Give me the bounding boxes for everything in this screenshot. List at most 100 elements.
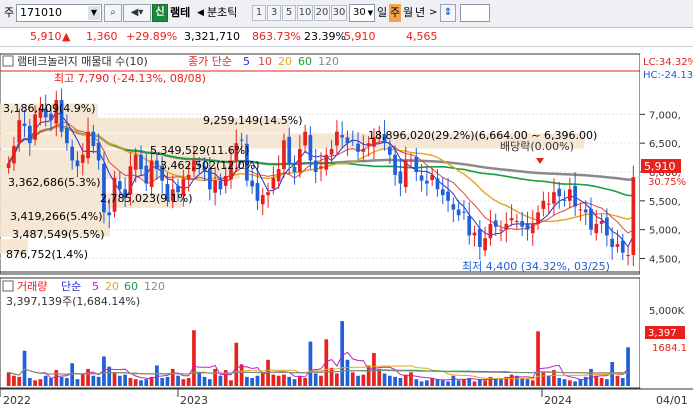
caret-right-icon[interactable]: > <box>429 4 437 22</box>
volume-bar <box>319 375 323 386</box>
candle-body <box>356 143 360 152</box>
volume-bar <box>483 380 487 386</box>
candle-body <box>615 244 620 247</box>
stock-code-input[interactable]: 171010 ▼ <box>16 4 102 22</box>
candle-body <box>504 223 509 230</box>
caret-left-icon[interactable]: ◀ <box>197 4 204 22</box>
candle-body <box>297 148 302 172</box>
stock-name: 램테 <box>170 6 191 19</box>
candle-body <box>562 199 567 201</box>
volume-ma-title: 단순 <box>61 280 81 293</box>
volume-bar <box>594 375 599 386</box>
candle-body <box>525 223 530 230</box>
volume-bar <box>287 376 292 386</box>
volume-bar <box>160 378 165 386</box>
count-value: 30 <box>353 7 366 18</box>
candle-body <box>610 238 615 247</box>
new-badge: 신 <box>152 4 168 22</box>
candle-body <box>467 215 472 236</box>
candle-body <box>117 181 122 190</box>
volume-bar <box>54 370 59 386</box>
mode-label[interactable]: 분초틱 <box>207 4 237 22</box>
candle-body <box>573 185 577 207</box>
volume-bar <box>86 368 90 386</box>
up-arrow-icon: ▲ <box>62 30 71 43</box>
volume-bar <box>620 378 625 386</box>
volume-bar <box>536 331 540 386</box>
volume-bar <box>282 374 286 386</box>
volume-bar <box>583 376 588 386</box>
y-tick-label: 7,000, <box>649 110 681 121</box>
candle-body <box>287 136 292 164</box>
chevron-down-icon[interactable]: ▼ <box>88 6 100 20</box>
y-tick-label: 5,500, <box>649 197 681 208</box>
volume-bar <box>382 373 387 386</box>
candle-body <box>33 114 37 140</box>
unit-year[interactable]: 년 <box>415 4 425 22</box>
candle-body <box>91 131 96 147</box>
candle-body <box>12 146 16 164</box>
candle-body <box>276 169 281 182</box>
volume-bar <box>91 375 96 386</box>
x-label-end: 04/01 <box>656 394 688 407</box>
volume-bar <box>499 379 503 386</box>
ma-legend-20: 20 <box>278 55 292 68</box>
period-1[interactable]: 1 <box>252 5 266 21</box>
profile-label-6: 3,362,686(5.3%) <box>8 176 101 189</box>
sort-arrows-icon[interactable]: ⇕ <box>440 4 456 22</box>
period-3[interactable]: 3 <box>267 5 281 21</box>
speaker-icon[interactable]: ◀▾ <box>123 4 151 22</box>
volume-bar <box>451 375 456 386</box>
candle-body <box>631 177 636 256</box>
candle-body <box>27 125 32 144</box>
volume-bar <box>213 368 217 386</box>
volume-bar <box>335 373 339 386</box>
legend-checkbox[interactable] <box>2 55 14 67</box>
volume-bar <box>43 375 48 386</box>
profile-label-2: 9,259,149(14.5%) <box>203 114 303 127</box>
unit-day[interactable]: 일 <box>377 4 387 22</box>
volume-legend-checkbox[interactable] <box>2 280 14 292</box>
unit-week[interactable]: 주 <box>389 4 402 22</box>
volume-bar <box>435 379 440 386</box>
candle-body <box>313 160 318 172</box>
candle-body <box>86 131 90 159</box>
volume-bar <box>38 379 43 386</box>
candle-body <box>483 238 487 251</box>
count-select[interactable]: 30 ▼ <box>349 4 375 22</box>
candle-body <box>186 174 191 179</box>
period-10[interactable]: 10 <box>297 5 313 21</box>
candle-body <box>255 182 260 201</box>
lc-label: LC:34.32% <box>643 57 693 68</box>
candle-body <box>552 192 556 204</box>
candle-body <box>414 157 419 172</box>
candle-body <box>133 154 138 170</box>
volume-bar <box>562 379 567 386</box>
stock-chart[interactable]: 4,500,5,000,5,500,6,000,6,500,7,000, 램테크… <box>0 52 693 409</box>
candle-body <box>308 135 313 161</box>
volume-bar <box>207 379 212 386</box>
candle-body <box>578 209 583 211</box>
candle-body <box>350 139 355 141</box>
period-30[interactable]: 30 <box>331 5 347 21</box>
candle-body <box>541 200 546 209</box>
candle-body <box>107 212 112 216</box>
search-icon[interactable]: ⌕ <box>104 4 122 22</box>
candle-body <box>557 188 562 197</box>
candle-body <box>128 166 133 195</box>
candle-body <box>530 223 535 234</box>
volume-bar <box>239 364 244 386</box>
volume-bar <box>387 375 392 386</box>
y-tick-label: 5,000, <box>649 226 681 237</box>
volume-bar <box>117 375 122 386</box>
volume-bar <box>361 374 366 386</box>
trade-volume: 3,321,710 <box>184 30 240 43</box>
extra-input[interactable] <box>460 4 490 22</box>
volume-bar <box>440 380 445 386</box>
candle-body <box>499 229 503 231</box>
period-20[interactable]: 20 <box>314 5 330 21</box>
volume-bar <box>546 375 551 386</box>
unit-month[interactable]: 월 <box>403 4 413 22</box>
period-5[interactable]: 5 <box>282 5 296 21</box>
volume-bar <box>75 379 80 386</box>
